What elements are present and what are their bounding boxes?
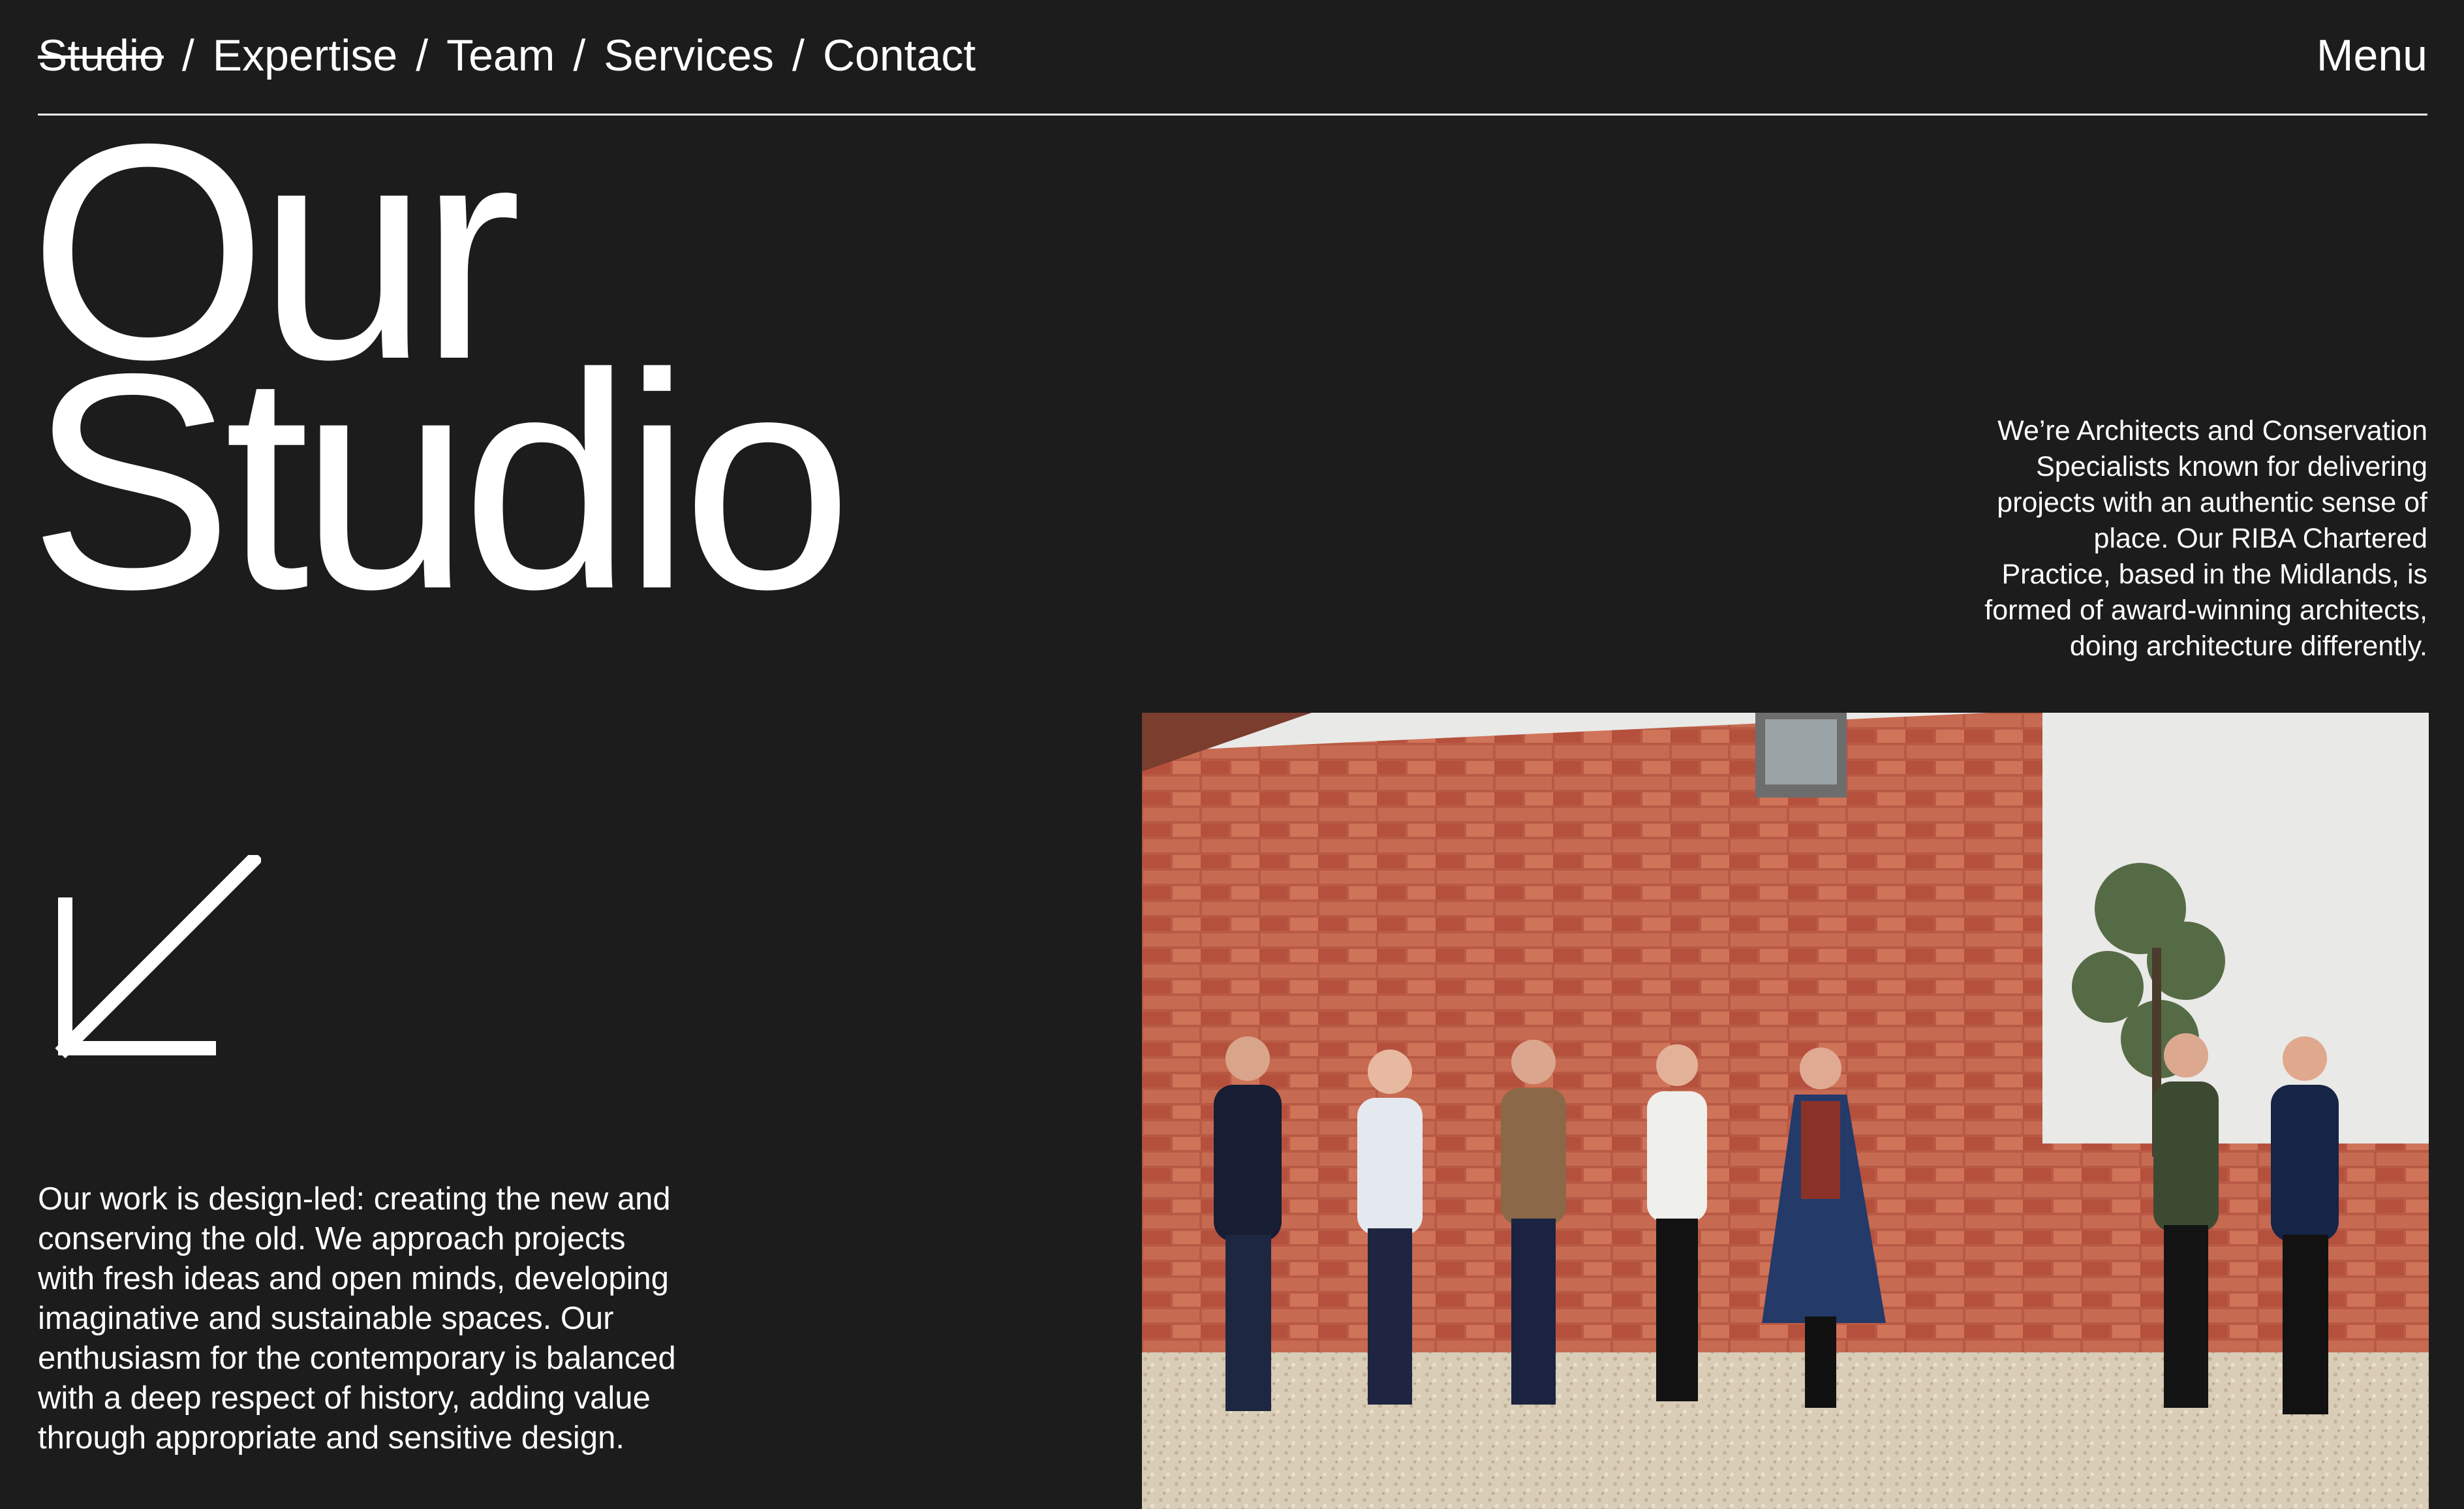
nav-link-contact[interactable]: Contact bbox=[823, 26, 976, 85]
body-paragraph: Our work is design-led: creating the new… bbox=[38, 1181, 676, 1455]
nav-separator: / bbox=[792, 31, 805, 80]
arrow-down-left-icon bbox=[55, 855, 261, 1059]
nav-separator: / bbox=[573, 31, 586, 80]
intro-paragraph: We’re Architects and Conservation Specia… bbox=[1984, 415, 2427, 662]
nav-link-team[interactable]: Team bbox=[446, 26, 555, 85]
nav-link-studio[interactable]: Studio bbox=[38, 26, 164, 85]
nav-separator: / bbox=[416, 31, 429, 80]
page-title: Our Studio bbox=[29, 99, 853, 653]
page-title-line-2: Studio bbox=[29, 310, 853, 653]
primary-nav: Studio / Expertise / Team / Services / C… bbox=[38, 26, 976, 85]
team-photo bbox=[1142, 713, 2429, 1509]
menu-button[interactable]: Menu bbox=[2317, 26, 2427, 85]
nav-separator: / bbox=[181, 31, 194, 80]
nav-link-expertise[interactable]: Expertise bbox=[213, 26, 397, 85]
nav-link-services[interactable]: Services bbox=[604, 26, 774, 85]
